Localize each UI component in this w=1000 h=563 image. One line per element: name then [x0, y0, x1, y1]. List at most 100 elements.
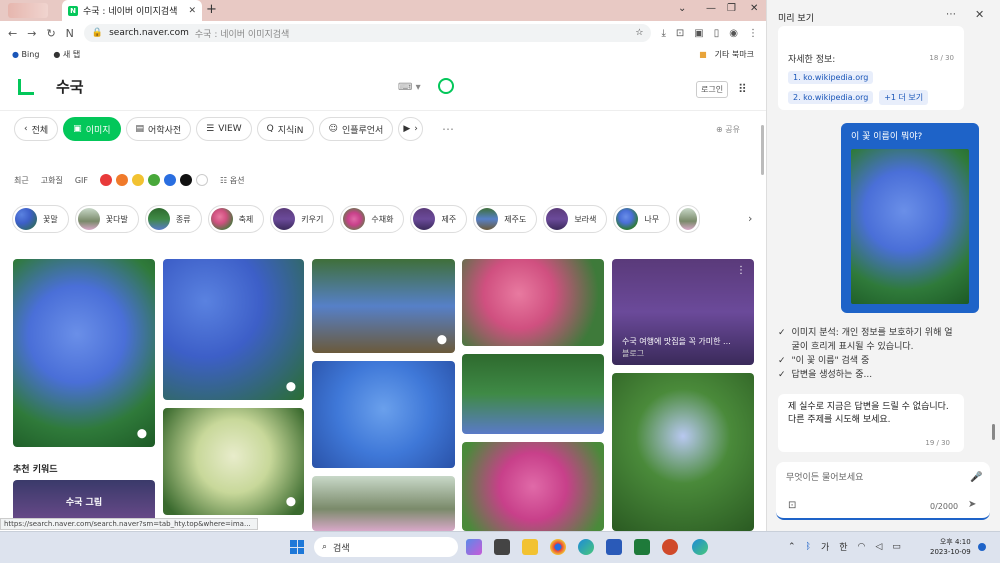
- apps-grid-icon[interactable]: ⠿: [738, 82, 747, 96]
- image-result[interactable]: [462, 354, 604, 434]
- close-icon[interactable]: ✕: [975, 8, 984, 21]
- image-result[interactable]: [312, 361, 455, 468]
- windows-start-icon[interactable]: [290, 540, 304, 554]
- bluetooth-icon[interactable]: ᛒ: [806, 542, 811, 552]
- excel-icon[interactable]: [634, 539, 650, 555]
- copilot-taskbar-icon[interactable]: [466, 539, 482, 555]
- sidebar-icon[interactable]: ▯: [714, 28, 720, 39]
- tab-search-icon[interactable]: [8, 3, 48, 18]
- image-result[interactable]: [612, 373, 754, 531]
- screenshot-icon[interactable]: ⊡: [676, 28, 684, 39]
- more-icon[interactable]: ⋯: [946, 9, 956, 20]
- color-green[interactable]: [148, 174, 160, 186]
- page-scrollbar[interactable]: [761, 125, 764, 175]
- more-options-icon[interactable]: ⋮: [736, 265, 746, 276]
- url-field[interactable]: 🔒 search.naver.com 수국 : 네이버 이미지검색 ☆: [83, 24, 652, 42]
- file-explorer-icon[interactable]: [522, 539, 538, 555]
- color-black[interactable]: [180, 174, 192, 186]
- send-icon[interactable]: ➤: [968, 499, 976, 510]
- tab-influencer[interactable]: ☺ 인플루언서: [318, 117, 394, 141]
- image-result[interactable]: ⬤: [163, 259, 304, 400]
- profile-icon[interactable]: ◉: [729, 28, 738, 39]
- tab-view[interactable]: ☰ VIEW: [196, 117, 252, 141]
- minimize-icon[interactable]: —: [706, 3, 716, 14]
- image-result[interactable]: [462, 442, 604, 531]
- color-red[interactable]: [100, 174, 112, 186]
- color-blue[interactable]: [164, 174, 176, 186]
- extension-icon[interactable]: ▣: [694, 28, 703, 39]
- category-chip[interactable]: 수채화: [340, 205, 405, 233]
- more-icon[interactable]: ⋯: [442, 122, 454, 136]
- download-icon[interactable]: ⤓: [661, 28, 665, 39]
- tab-naver-image[interactable]: N 수국 : 네이버 이미지검색 ✕: [62, 0, 202, 21]
- other-bookmarks[interactable]: ■ 기타 북마크: [699, 49, 754, 60]
- task-view-icon[interactable]: [494, 539, 510, 555]
- battery-icon[interactable]: ▭: [892, 542, 901, 552]
- edge-dev-icon[interactable]: [692, 539, 708, 555]
- clock[interactable]: 오후 4:10 2023-10-09: [930, 537, 971, 557]
- chat-input[interactable]: 무엇이든 물어보세요: [776, 462, 990, 520]
- forward-icon[interactable]: →: [27, 27, 36, 40]
- word-icon[interactable]: [606, 539, 622, 555]
- search-icon[interactable]: [438, 78, 454, 94]
- color-white[interactable]: [196, 174, 208, 186]
- input-lang-1[interactable]: 가: [821, 540, 829, 553]
- category-chip[interactable]: 보라색: [543, 205, 608, 233]
- image-result[interactable]: ⬤: [13, 259, 155, 447]
- back-icon[interactable]: ←: [8, 27, 17, 40]
- reload-icon[interactable]: ↻: [46, 27, 55, 40]
- panel-scrollbar[interactable]: [992, 424, 995, 440]
- tab-all[interactable]: ‹ 전체: [14, 117, 59, 141]
- keyboard-icon[interactable]: ⌨ ▾: [398, 82, 421, 93]
- chevron-down-icon[interactable]: ⌄: [678, 3, 686, 14]
- category-chip[interactable]: 제주도: [473, 205, 538, 233]
- naver-home-icon[interactable]: N: [66, 27, 74, 40]
- login-button[interactable]: 로그인: [696, 81, 729, 98]
- image-result[interactable]: ⬤: [312, 259, 455, 353]
- image-result[interactable]: [312, 476, 455, 531]
- color-yellow[interactable]: [132, 174, 144, 186]
- image-result[interactable]: [462, 259, 604, 346]
- bookmark-new-tab[interactable]: ● 새 탭: [53, 49, 80, 60]
- tab-images[interactable]: ▣ 이미지: [63, 117, 121, 141]
- search-query[interactable]: 수국: [56, 76, 84, 97]
- star-icon[interactable]: ☆: [635, 28, 643, 38]
- edge-icon[interactable]: [578, 539, 594, 555]
- tabs-next-button[interactable]: ▶ ›: [398, 117, 423, 141]
- source-link[interactable]: 1. ko.wikipedia.org: [788, 71, 874, 84]
- filter-hd[interactable]: 고화질: [41, 175, 63, 186]
- filter-gif[interactable]: GIF: [75, 176, 88, 185]
- volume-icon[interactable]: ◁: [875, 542, 882, 552]
- input-lang-2[interactable]: 한: [839, 540, 847, 553]
- options-button[interactable]: ☷ 옵션: [220, 175, 244, 186]
- chevron-right-icon[interactable]: ›: [748, 212, 752, 225]
- chevron-up-icon[interactable]: ⌃: [788, 542, 796, 552]
- category-chip[interactable]: 제주: [410, 205, 468, 233]
- naver-logo-icon[interactable]: [18, 78, 34, 95]
- category-chip[interactable]: 종류: [144, 205, 202, 233]
- wifi-icon[interactable]: ◠: [858, 542, 866, 552]
- color-orange[interactable]: [116, 174, 128, 186]
- bookmark-bing[interactable]: ● Bing: [12, 50, 39, 59]
- microphone-icon[interactable]: 🎤: [970, 472, 982, 483]
- tab-kin[interactable]: Q 지식iN: [256, 117, 314, 141]
- category-chip[interactable]: 꽃말: [12, 205, 69, 233]
- close-window-icon[interactable]: ✕: [750, 3, 758, 14]
- keyword-card[interactable]: 수국 그림: [13, 480, 155, 522]
- close-tab-icon[interactable]: ✕: [188, 6, 196, 16]
- new-tab-button[interactable]: +: [206, 2, 217, 17]
- source-link[interactable]: 2. ko.wikipedia.org: [788, 91, 874, 104]
- more-sources-button[interactable]: +1 더 보기: [879, 90, 929, 105]
- filter-recent[interactable]: 최근: [14, 175, 29, 186]
- chrome-icon[interactable]: [550, 539, 566, 555]
- restore-icon[interactable]: ❐: [727, 3, 736, 14]
- category-chip[interactable]: 축제: [207, 205, 265, 233]
- attached-image[interactable]: [851, 149, 969, 304]
- category-chip[interactable]: [676, 205, 701, 233]
- category-chip[interactable]: 나무: [613, 205, 671, 233]
- share-button[interactable]: ⊕ 공유: [716, 124, 740, 135]
- category-chip[interactable]: 키우기: [270, 205, 335, 233]
- category-chip[interactable]: 꽃다발: [74, 205, 139, 233]
- image-upload-icon[interactable]: ⊡: [788, 500, 796, 511]
- taskbar-search[interactable]: ⌕ 검색: [314, 537, 458, 557]
